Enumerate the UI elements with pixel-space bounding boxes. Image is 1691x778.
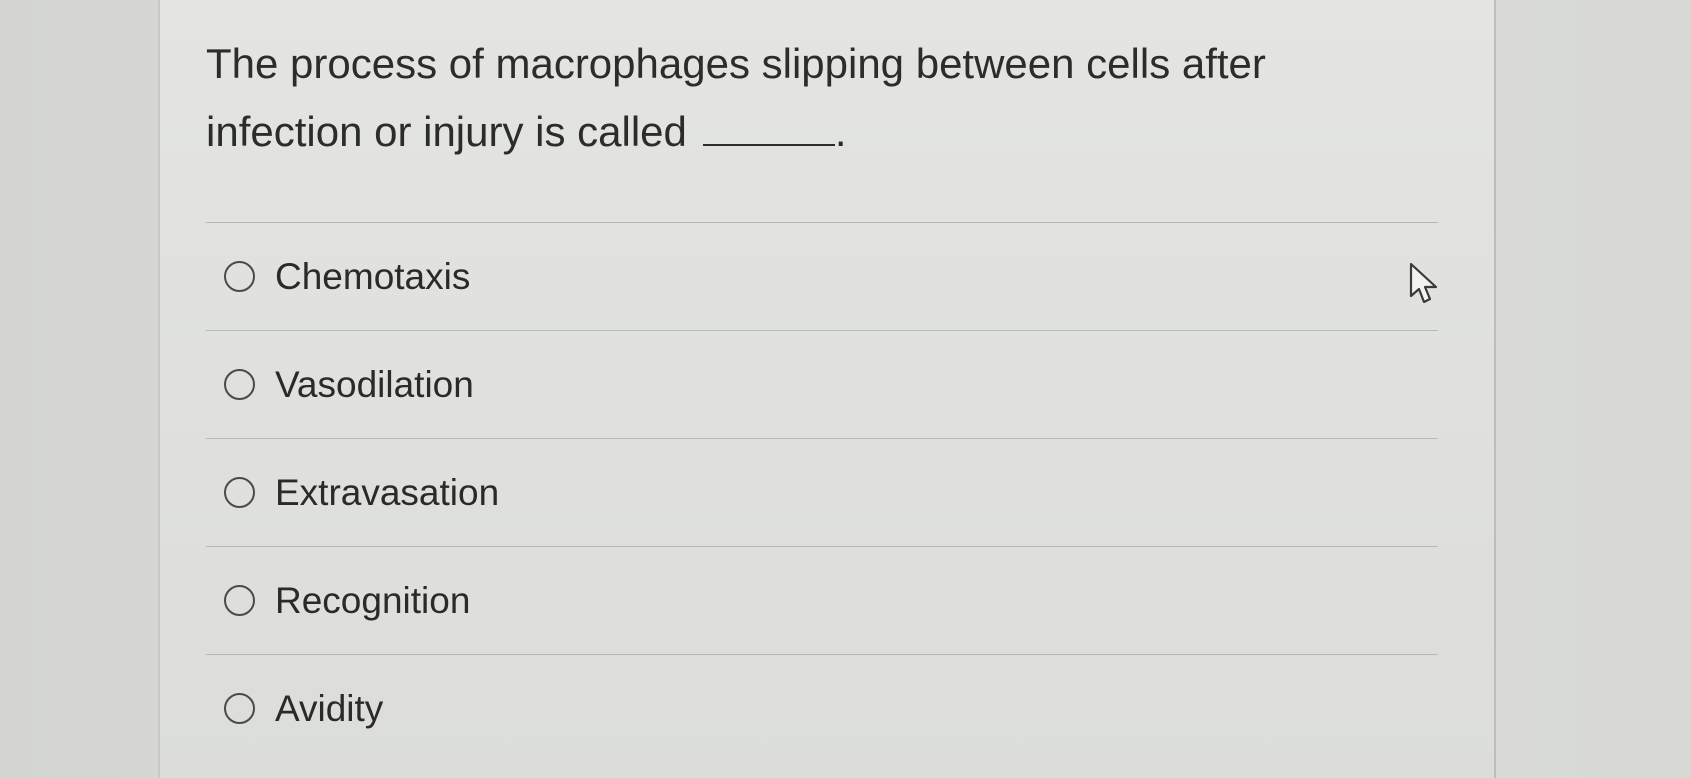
radio-button-icon[interactable] xyxy=(224,477,255,508)
screen: The process of macrophages slipping betw… xyxy=(0,0,1691,778)
option-avidity[interactable]: Avidity xyxy=(206,655,1438,762)
option-vasodilation[interactable]: Vasodilation xyxy=(206,331,1438,438)
option-label: Vasodilation xyxy=(275,363,474,405)
question-end-punctuation: . xyxy=(834,108,847,155)
option-recognition[interactable]: Recognition xyxy=(206,547,1438,654)
option-extravasation[interactable]: Extravasation xyxy=(206,439,1438,546)
question-prompt: The process of macrophages slipping betw… xyxy=(206,30,1406,166)
option-label: Chemotaxis xyxy=(275,255,471,297)
option-chemotaxis[interactable]: Chemotaxis xyxy=(206,223,1438,330)
radio-button-icon[interactable] xyxy=(224,261,255,292)
answer-blank xyxy=(702,110,835,146)
answer-options: Chemotaxis Vasodilation Extravasation Re… xyxy=(206,222,1438,762)
radio-button-icon[interactable] xyxy=(224,693,255,724)
radio-button-icon[interactable] xyxy=(224,369,255,400)
option-label: Extravasation xyxy=(275,471,500,513)
pointer-cursor-icon xyxy=(1409,262,1438,304)
option-label: Avidity xyxy=(275,687,384,729)
option-label: Recognition xyxy=(275,579,471,621)
radio-button-icon[interactable] xyxy=(224,585,255,616)
